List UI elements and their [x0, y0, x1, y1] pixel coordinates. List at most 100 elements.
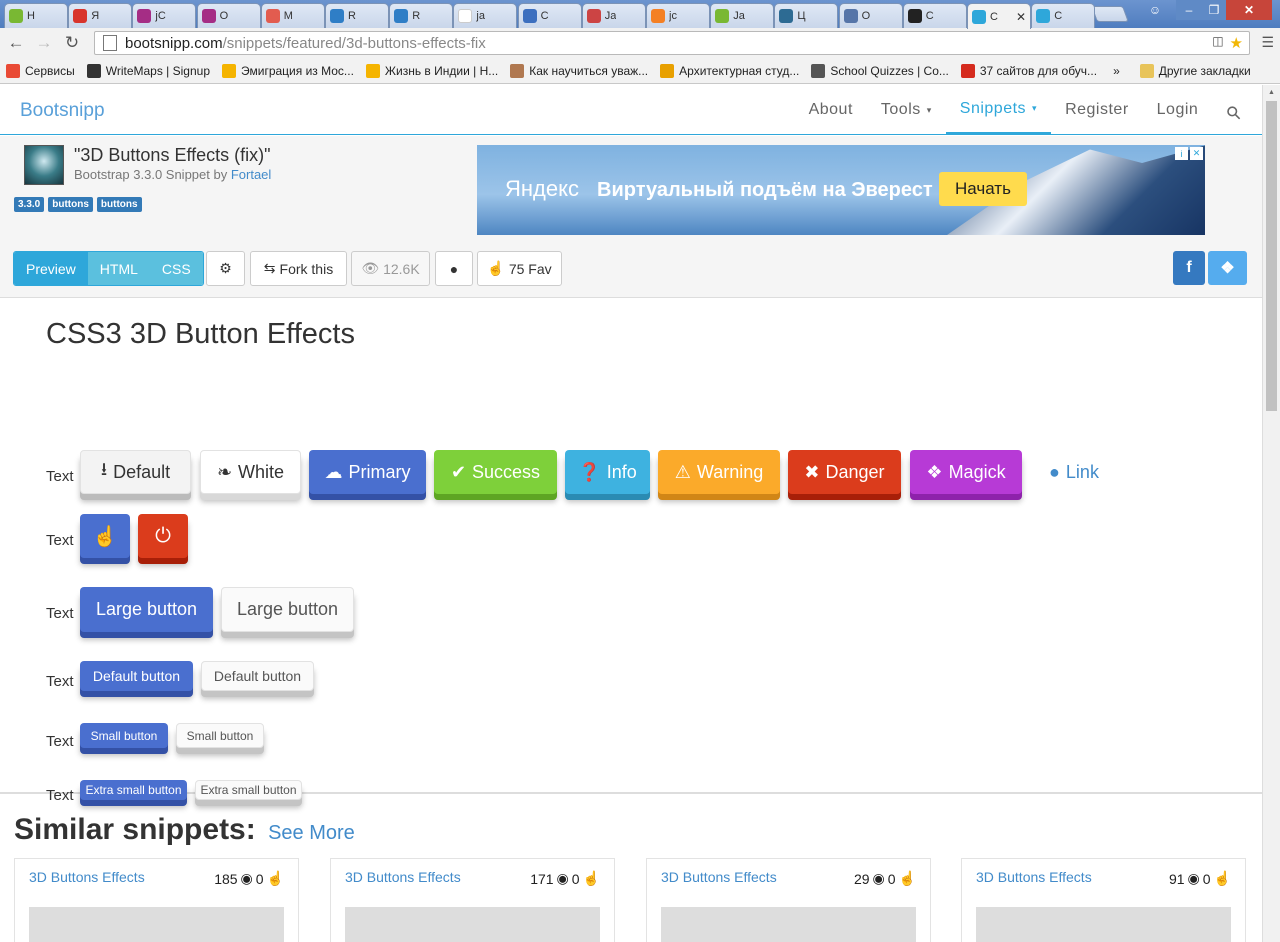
- bookmark-item[interactable]: Жизнь в Индии | Н...: [365, 63, 498, 78]
- similar-card[interactable]: 3D Buttons Effects 185 ◉ 0 ☝: [14, 858, 299, 942]
- btn-info[interactable]: ❓ Info: [565, 450, 650, 494]
- chrome-menu-icon[interactable]: ☰: [1261, 34, 1274, 51]
- btn-danger[interactable]: ✖ Danger: [788, 450, 901, 494]
- similar-card[interactable]: 3D Buttons Effects 171 ◉ 0 ☝: [330, 858, 615, 942]
- ad-close-icon[interactable]: ✕: [1190, 147, 1203, 160]
- bookmark-item[interactable]: Как научиться уваж...: [510, 63, 648, 78]
- btn-magick[interactable]: ❖ Magick: [910, 450, 1022, 494]
- browser-tab[interactable]: М: [260, 3, 325, 28]
- card-title[interactable]: 3D Buttons Effects: [29, 869, 145, 885]
- browser-tab[interactable]: Ja: [710, 3, 775, 28]
- address-bar[interactable]: bootsnipp.com/snippets/featured/3d-butto…: [94, 31, 1250, 55]
- default-primary-button[interactable]: Default button: [80, 661, 193, 691]
- ad-info-icon[interactable]: i: [1175, 147, 1188, 160]
- nav-tools[interactable]: Tools ▾: [867, 85, 946, 135]
- scrollbar[interactable]: ▲: [1262, 85, 1280, 942]
- bookmark-label: 37 сайтов для обуч...: [979, 63, 1098, 78]
- bookmark-item[interactable]: WriteMaps | Signup: [86, 63, 210, 78]
- thumbs-up-button[interactable]: ☝: [80, 514, 130, 558]
- tab-preview[interactable]: Preview: [14, 252, 88, 285]
- button-label: Extra small button: [200, 783, 297, 797]
- settings-button[interactable]: ⚙: [206, 251, 245, 286]
- bookmark-item[interactable]: Архитектурная студ...: [660, 63, 799, 78]
- tab-title: Я: [91, 10, 100, 22]
- small-primary-button[interactable]: Small button: [80, 723, 168, 748]
- browser-tab[interactable]: C ✕: [967, 3, 1031, 29]
- card-title[interactable]: 3D Buttons Effects: [661, 869, 777, 885]
- browser-tab[interactable]: O: [196, 3, 261, 28]
- ad-start-button[interactable]: Начать: [939, 172, 1027, 206]
- facebook-share-button[interactable]: f: [1173, 251, 1205, 285]
- browser-tab[interactable]: ja: [453, 3, 518, 28]
- r-icon: [394, 9, 409, 23]
- default-default-button[interactable]: Default button: [201, 661, 314, 691]
- tab-css[interactable]: CSS: [149, 252, 203, 285]
- brand-logo[interactable]: Bootsnipp: [20, 100, 105, 122]
- btn-default[interactable]: ⭳ Default: [80, 450, 191, 494]
- bookmark-item[interactable]: 37 сайтов для обуч...: [960, 63, 1098, 78]
- browser-tab-strip: ☺ – ❐ ✕ H ЯjC O М R Rja C Ja jc Ja Ц O C C ✕ C: [0, 0, 1280, 29]
- see-more-link[interactable]: See More: [268, 822, 355, 844]
- xs-default-button[interactable]: Extra small button: [195, 780, 302, 800]
- bookmark-star-icon[interactable]: ★: [1230, 34, 1243, 52]
- bookmark-item[interactable]: School Quizzes | Co...: [811, 63, 949, 78]
- translate-icon[interactable]: ◫: [1212, 34, 1223, 52]
- bookmarks-more-button[interactable]: »: [1113, 64, 1120, 78]
- large-primary-button[interactable]: Large button: [80, 587, 213, 632]
- small-default-button[interactable]: Small button: [176, 723, 264, 748]
- fav-button[interactable]: ☝ 75 Fav: [477, 251, 562, 286]
- browser-tab[interactable]: Ц: [774, 3, 839, 28]
- browser-tab[interactable]: Ja: [581, 3, 646, 28]
- card-title[interactable]: 3D Buttons Effects: [345, 869, 461, 885]
- close-window-button[interactable]: ✕: [1226, 0, 1272, 20]
- btn-warning[interactable]: ⚠ Warning: [658, 450, 780, 494]
- forward-icon[interactable]: →: [30, 29, 58, 57]
- snippet-tag[interactable]: buttons: [48, 197, 93, 212]
- browser-tab[interactable]: R: [325, 3, 389, 28]
- browser-tab[interactable]: C: [902, 3, 967, 28]
- bookmark-item[interactable]: Эмиграция из Мос...: [222, 63, 354, 78]
- btn-success[interactable]: ✔ Success: [434, 450, 557, 494]
- browser-tab[interactable]: H: [4, 3, 68, 28]
- tab-html[interactable]: HTML: [87, 252, 150, 285]
- scrollbar-thumb[interactable]: [1266, 101, 1277, 411]
- browser-tab[interactable]: O: [838, 3, 903, 28]
- views-count: 12.6K: [383, 260, 420, 277]
- browser-tab[interactable]: jc: [646, 3, 710, 28]
- btn-link[interactable]: ● Link: [1034, 450, 1114, 494]
- btn-primary[interactable]: ☁ Primary: [309, 450, 426, 494]
- bookmark-item[interactable]: Сервисы: [6, 63, 75, 78]
- twitter-share-button[interactable]: ❖: [1208, 251, 1247, 285]
- back-icon[interactable]: ←: [2, 29, 30, 57]
- large-default-button[interactable]: Large button: [221, 587, 354, 632]
- btn-white[interactable]: ❧ White: [200, 450, 301, 494]
- snippet-tag[interactable]: 3.3.0: [14, 197, 45, 212]
- browser-tab[interactable]: Я: [68, 3, 133, 28]
- nav-snippets[interactable]: Snippets ▾: [945, 85, 1052, 135]
- browser-tab[interactable]: jC: [132, 3, 197, 28]
- snippet-tag[interactable]: buttons: [96, 197, 142, 212]
- yandex-ad-banner[interactable]: Яндекс Виртуальный подъём на Эверест Нач…: [477, 145, 1205, 235]
- author-link[interactable]: Fortael: [231, 167, 271, 182]
- reload-icon[interactable]: ↻: [58, 29, 86, 57]
- scroll-up-icon[interactable]: ▲: [1268, 89, 1275, 96]
- opera-icon: [73, 9, 88, 23]
- new-tab-button[interactable]: [1091, 6, 1129, 22]
- comments-button[interactable]: ●: [435, 251, 473, 286]
- power-button[interactable]: ⏻: [138, 514, 188, 558]
- other-bookmarks[interactable]: Другие закладки: [1139, 63, 1251, 78]
- browser-tab[interactable]: C: [517, 3, 582, 28]
- similar-card[interactable]: 3D Buttons Effects 91 ◉ 0 ☝: [961, 858, 1246, 942]
- fork-button[interactable]: ⇆ Fork this: [250, 251, 347, 286]
- nav-about[interactable]: About: [795, 85, 867, 135]
- maximize-button[interactable]: ❐: [1202, 0, 1226, 20]
- profile-icon[interactable]: ☺: [1142, 0, 1168, 20]
- tab-close-icon[interactable]: ✕: [1016, 10, 1026, 24]
- browser-tab[interactable]: C: [1031, 3, 1096, 28]
- browser-tab[interactable]: R: [389, 3, 454, 28]
- similar-card[interactable]: 3D Buttons Effects 29 ◉ 0 ☝: [646, 858, 931, 942]
- nav-register[interactable]: Register: [1051, 85, 1143, 135]
- card-title[interactable]: 3D Buttons Effects: [976, 869, 1092, 885]
- xs-primary-button[interactable]: Extra small button: [80, 780, 187, 800]
- minimize-button[interactable]: –: [1176, 0, 1202, 20]
